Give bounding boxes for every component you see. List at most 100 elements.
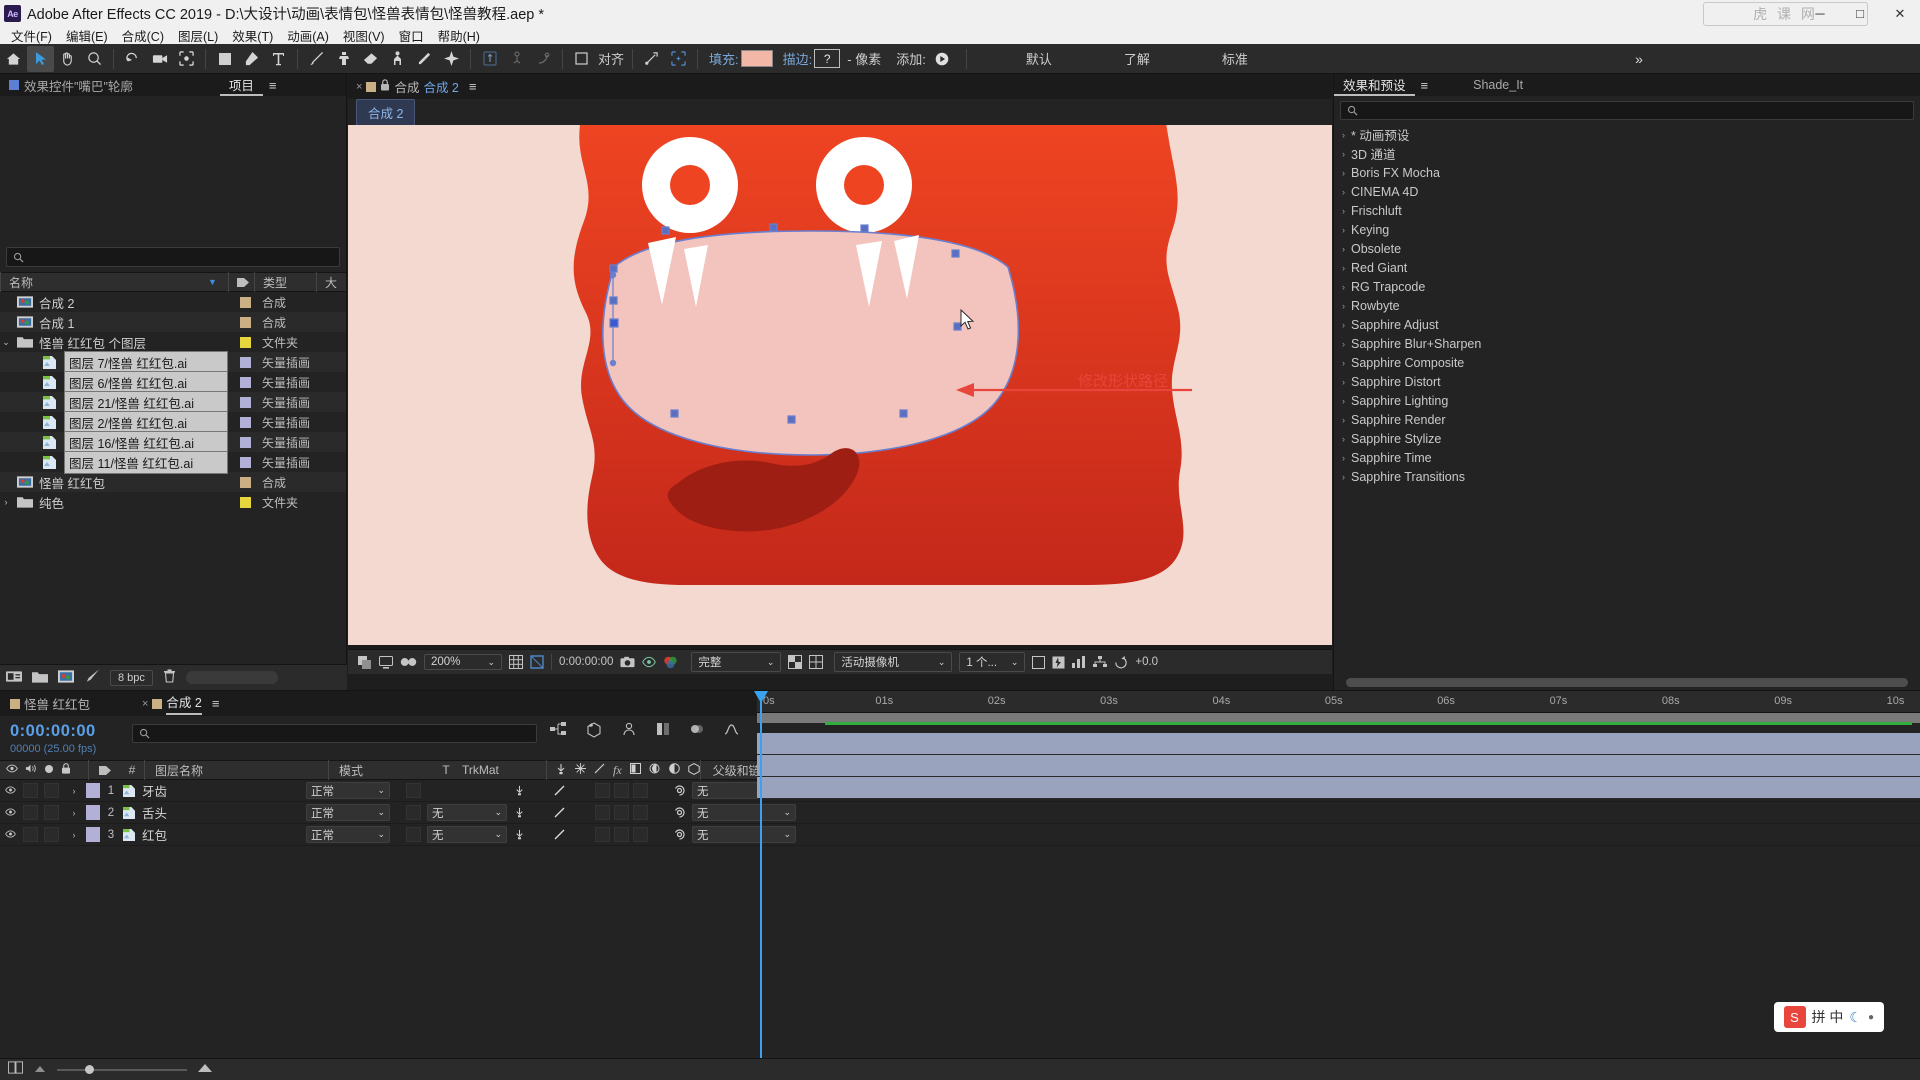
column-mode[interactable]: 模式 (328, 760, 438, 780)
close-button[interactable]: ✕ (1880, 0, 1920, 27)
effects-category-item[interactable]: › RG Trapcode (1334, 277, 1920, 296)
ime-floating-badge[interactable]: S 拼 中 ☾ ● (1773, 1002, 1884, 1032)
layer-label-color[interactable] (86, 805, 100, 820)
project-item-row[interactable]: 图层 21/怪兽 红红包.ai 矢量插画 (0, 390, 346, 414)
current-time-display[interactable]: 0:00:00:00 (10, 722, 132, 741)
new-folder-icon[interactable] (32, 670, 48, 686)
tab-effect-controls[interactable]: 效果控件"嘴巴"轮廓 (0, 74, 142, 96)
layer-mode-select[interactable]: 正常 ⌄ (306, 782, 390, 799)
workspace-standard[interactable]: 标准 (1210, 49, 1260, 68)
toggle-transparency-grid-icon[interactable] (788, 655, 803, 669)
column-type[interactable]: 类型 (254, 272, 316, 292)
comp-flowchart-icon[interactable] (1093, 656, 1108, 668)
star-tool-icon[interactable] (438, 46, 465, 72)
chevron-right-icon[interactable]: › (1342, 263, 1345, 273)
effects-category-item[interactable]: › Sapphire Adjust (1334, 315, 1920, 334)
interpret-footage-icon[interactable] (6, 670, 22, 686)
toggle-switches-modes-icon[interactable] (8, 1060, 23, 1079)
layer-disclosure-icon[interactable]: › (62, 786, 86, 796)
timeline-tab-monster[interactable]: 怪兽 红红包 (24, 694, 90, 713)
snapping-icon[interactable] (638, 46, 665, 72)
effects-category-item[interactable]: › Sapphire Transitions (1334, 467, 1920, 486)
project-item-name-cell[interactable]: 怪兽 红红包 (0, 473, 228, 492)
camera-view-select[interactable]: 活动摄像机 ⌄ (834, 652, 953, 672)
effects-category-item[interactable]: › Sapphire Composite (1334, 353, 1920, 372)
bit-depth-button[interactable]: 8 bpc (110, 669, 153, 686)
project-item-row[interactable]: 合成 1 合成 (0, 312, 346, 332)
layer-audio-toggle[interactable] (20, 827, 40, 842)
label-color-swatch[interactable] (228, 396, 262, 408)
layer-visibility-toggle[interactable] (0, 807, 20, 819)
fill-color-swatch[interactable] (740, 50, 773, 67)
menu-item-animation[interactable]: 动画(A) (280, 26, 336, 45)
effects-category-item[interactable]: › Red Giant (1334, 258, 1920, 277)
effects-category-item[interactable]: › Sapphire Stylize (1334, 429, 1920, 448)
workspace-default[interactable]: 默认 (1014, 49, 1064, 68)
effects-category-item[interactable]: › CINEMA 4D (1334, 182, 1920, 201)
timeline-zoom-out-icon[interactable] (33, 1061, 47, 1079)
exposure-value[interactable]: +0.0 (1135, 656, 1158, 668)
effects-category-item[interactable]: › Sapphire Render (1334, 410, 1920, 429)
home-icon[interactable] (0, 46, 27, 72)
layer-label-color[interactable] (86, 827, 100, 842)
project-item-row[interactable]: 图层 6/怪兽 红红包.ai 矢量插画 (0, 370, 346, 394)
layer-quality-toggle[interactable] (549, 807, 569, 818)
graph-editor-icon[interactable] (724, 722, 739, 741)
chevron-right-icon[interactable]: › (1342, 149, 1345, 159)
project-item-row[interactable]: › 纯色 文件夹 (0, 492, 346, 512)
chevron-right-icon[interactable]: › (1342, 282, 1345, 292)
column-size[interactable]: 大 (316, 272, 346, 292)
workspace-learn[interactable]: 了解 (1112, 49, 1162, 68)
chevron-right-icon[interactable]: › (1342, 396, 1345, 406)
disclosure-triangle-icon[interactable]: › (0, 497, 12, 507)
label-color-swatch[interactable] (228, 316, 262, 328)
moon-icon[interactable]: ☾ (1849, 1009, 1862, 1026)
draft-3d-icon[interactable] (586, 722, 602, 741)
parent-pickwhip-icon[interactable] (666, 784, 692, 797)
effects-panel-menu-icon[interactable]: ≡ (1415, 78, 1435, 93)
add-menu-icon[interactable] (929, 46, 956, 72)
project-item-name-cell[interactable]: ⌄ 怪兽 红红包 个图层 (0, 333, 228, 352)
layer-frame-blend-toggle[interactable] (614, 783, 629, 798)
lock-icon[interactable] (380, 79, 390, 94)
layer-visibility-toggle[interactable] (0, 785, 20, 797)
menu-item-window[interactable]: 窗口 (392, 26, 431, 45)
disclosure-triangle-icon[interactable]: ⌄ (0, 337, 12, 348)
menu-item-help[interactable]: 帮助(H) (431, 26, 487, 45)
snapshot-camera-icon[interactable] (620, 656, 635, 668)
hide-shy-layers-icon[interactable] (622, 722, 636, 741)
brush-tool-icon[interactable] (303, 46, 330, 72)
project-item-name-cell[interactable]: 合成 2 (0, 293, 228, 312)
zoom-tool-icon[interactable] (81, 46, 108, 72)
label-color-swatch[interactable] (228, 356, 262, 368)
selection-tool-icon[interactable] (27, 45, 54, 72)
views-count-select[interactable]: 1 个... ⌄ (959, 652, 1026, 672)
align-checkbox-icon[interactable] (568, 46, 595, 72)
chevron-right-icon[interactable]: › (1342, 130, 1345, 140)
3d-view-layout-icon[interactable] (809, 655, 824, 669)
project-settings-icon[interactable] (84, 669, 100, 686)
parent-pickwhip-icon[interactable] (666, 806, 692, 819)
project-item-name-cell[interactable]: › 纯色 (0, 493, 228, 512)
layer-name[interactable]: 舌头 (142, 803, 302, 822)
anchor-point-tool-icon[interactable] (173, 46, 200, 72)
tab-shade-it[interactable]: Shade_It (1464, 74, 1532, 96)
puppet-starch-icon[interactable] (503, 46, 530, 72)
layer-t-toggle[interactable] (406, 805, 421, 820)
chevron-right-icon[interactable]: › (1342, 206, 1345, 216)
viewer-time-value[interactable]: 0:00:00:00 (559, 656, 613, 668)
composition-panel-menu-icon[interactable]: ≡ (463, 79, 483, 94)
layer-motion-blur-toggle[interactable] (633, 783, 648, 798)
timeline-search-input[interactable] (132, 724, 537, 743)
fast-previews-icon[interactable] (1052, 656, 1065, 669)
layer-name[interactable]: 牙齿 (142, 781, 302, 800)
chevron-right-icon[interactable]: › (1342, 301, 1345, 311)
label-color-swatch[interactable] (228, 456, 262, 468)
effects-category-item[interactable]: › Sapphire Lighting (1334, 391, 1920, 410)
puppet-pin-tool-icon[interactable] (411, 46, 438, 72)
enable-motion-blur-icon[interactable] (690, 722, 704, 741)
layer-motion-blur-toggle[interactable] (633, 805, 648, 820)
minimize-button[interactable]: ─ (1800, 0, 1840, 27)
layer-shy-toggle[interactable] (507, 785, 531, 796)
project-item-row[interactable]: 图层 2/怪兽 红红包.ai 矢量插画 (0, 410, 346, 434)
